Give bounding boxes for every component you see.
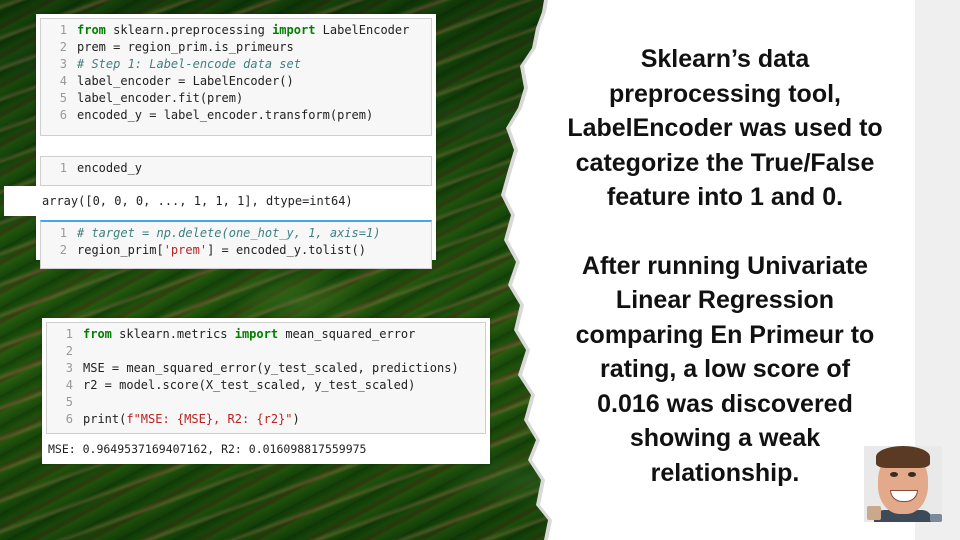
code-text: label_encoder.fit(prem) (77, 90, 243, 107)
code-token: # target = np.delete(one_hot_y, 1, axis=… (77, 226, 381, 240)
code-token: import (272, 23, 316, 37)
code-token: prem = region_prim.is_primeurs (77, 40, 294, 54)
code-token: label_encoder = LabelEncoder() (77, 74, 294, 88)
code-line: 6 encoded_y = label_encoder.transform(pre… (45, 107, 427, 124)
line-number: 5 (65, 395, 73, 409)
code-line: 3 MSE = mean_squared_error(y_test_scaled,… (51, 360, 481, 377)
code-text: label_encoder = LabelEncoder() (77, 73, 294, 90)
camera-badge-icon (930, 514, 942, 522)
code-token: r2 = model.score(X_test_scaled, y_test_s… (83, 378, 416, 392)
code-line: 5 (51, 394, 481, 411)
avatar-eye-right (908, 472, 916, 477)
code-line: 2 (51, 343, 481, 360)
code-line: 4 label_encoder = LabelEncoder() (45, 73, 427, 90)
code-cell-metrics[interactable]: 1 from sklearn.metrics import mean_square… (46, 322, 486, 434)
code-token: # Step 1: Label-encode data set (77, 57, 301, 71)
code-line: 1 from sklearn.preprocessing import Label… (45, 22, 427, 39)
code-text: region_prim['prem'] = encoded_y.tolist() (77, 242, 366, 259)
code-token: label_encoder.fit(prem) (77, 91, 244, 105)
code-line: 1 # target = np.delete(one_hot_y, 1, axis… (45, 225, 427, 242)
code-token: from (83, 327, 112, 341)
code-cell-encoded-y[interactable]: 1 encoded_y (40, 156, 432, 186)
code-lines: 1 # target = np.delete(one_hot_y, 1, axis… (45, 225, 427, 259)
line-number: 2 (59, 40, 67, 54)
code-token: sklearn.preprocessing (105, 23, 273, 37)
slide-text-block: Sklearn’s data preprocessing tool, Label… (566, 42, 884, 490)
code-token: MSE = mean_squared_error(y_test_scaled, … (83, 361, 459, 375)
paragraph-label-encoder: Sklearn’s data preprocessing tool, Label… (567, 45, 883, 211)
line-number: 2 (59, 243, 67, 257)
code-token: f"MSE: {MSE}, R2: {r2}" (126, 412, 293, 426)
code-line: 1 encoded_y (45, 160, 427, 177)
code-token: ) (292, 412, 300, 426)
code-text: print(f"MSE: {MSE}, R2: {r2}") (83, 411, 300, 428)
line-number: 1 (59, 161, 67, 175)
code-cell-label-encode[interactable]: 1 from sklearn.preprocessing import Label… (40, 18, 432, 136)
code-text: r2 = model.score(X_test_scaled, y_test_s… (83, 377, 415, 394)
code-text: prem = region_prim.is_primeurs (77, 39, 294, 56)
line-number: 6 (59, 108, 67, 122)
line-number: 1 (65, 327, 73, 341)
line-number: 1 (59, 226, 67, 240)
code-line: 1 from sklearn.metrics import mean_square… (51, 326, 481, 343)
code-line: 2 region_prim['prem'] = encoded_y.tolist(… (45, 242, 427, 259)
code-lines: 1 from sklearn.metrics import mean_square… (51, 326, 481, 428)
code-token: mean_squared_error (278, 327, 416, 341)
code-text: from sklearn.preprocessing import LabelE… (77, 22, 409, 39)
code-line: 6 print(f"MSE: {MSE}, R2: {r2}") (51, 411, 481, 428)
code-token: import (234, 327, 279, 341)
code-line: 3 # Step 1: Label-encode data set (45, 56, 427, 73)
line-number: 2 (65, 344, 73, 358)
code-line: 2 prem = region_prim.is_primeurs (45, 39, 427, 56)
metrics-code-screenshot: 1 from sklearn.metrics import mean_square… (42, 318, 490, 464)
mini-camera-thumb-icon (867, 506, 881, 520)
code-token: region_prim[ (77, 243, 164, 257)
code-lines: 1 from sklearn.preprocessing import Label… (45, 22, 427, 124)
code-token: LabelEncoder (315, 23, 410, 37)
code-line: 4 r2 = model.score(X_test_scaled, y_test_… (51, 377, 481, 394)
line-number: 4 (59, 74, 67, 88)
line-number: 3 (65, 361, 73, 375)
line-number: 3 (59, 57, 67, 71)
cell-output-array: array([0, 0, 0, ..., 1, 1, 1], dtype=int… (4, 186, 436, 216)
code-text: from sklearn.metrics import mean_squared… (83, 326, 415, 343)
code-cell-target-assign[interactable]: 1 # target = np.delete(one_hot_y, 1, axis… (40, 220, 432, 269)
line-number: 5 (59, 91, 67, 105)
code-text: encoded_y (77, 160, 142, 177)
line-number: 6 (65, 412, 73, 426)
label-encoder-code-screenshot: 1 from sklearn.preprocessing import Label… (4, 14, 436, 269)
code-token: encoded_y = label_encoder.transform(prem… (77, 108, 374, 122)
code-token: 'prem' (163, 243, 208, 257)
code-line: 5 label_encoder.fit(prem) (45, 90, 427, 107)
cell-output-metrics: MSE: 0.9649537169407162, R2: 0.016098817… (42, 434, 490, 464)
avatar-hair (876, 446, 930, 468)
code-token: sklearn.metrics (111, 327, 235, 341)
line-number: 1 (59, 23, 67, 37)
code-token: encoded_y (77, 161, 143, 175)
code-text: # Step 1: Label-encode data set (77, 56, 301, 73)
paragraph-regression-result: After running Univariate Linear Regressi… (575, 251, 875, 487)
code-token: from (77, 23, 106, 37)
code-text: encoded_y = label_encoder.transform(prem… (77, 107, 373, 124)
code-text: # target = np.delete(one_hot_y, 1, axis=… (77, 225, 380, 242)
code-lines: 1 encoded_y (45, 160, 427, 177)
line-number: 4 (65, 378, 73, 392)
avatar-eye-left (890, 472, 898, 477)
code-token: print( (83, 412, 127, 426)
code-text: MSE = mean_squared_error(y_test_scaled, … (83, 360, 459, 377)
code-token: ] = encoded_y.tolist() (207, 243, 367, 257)
